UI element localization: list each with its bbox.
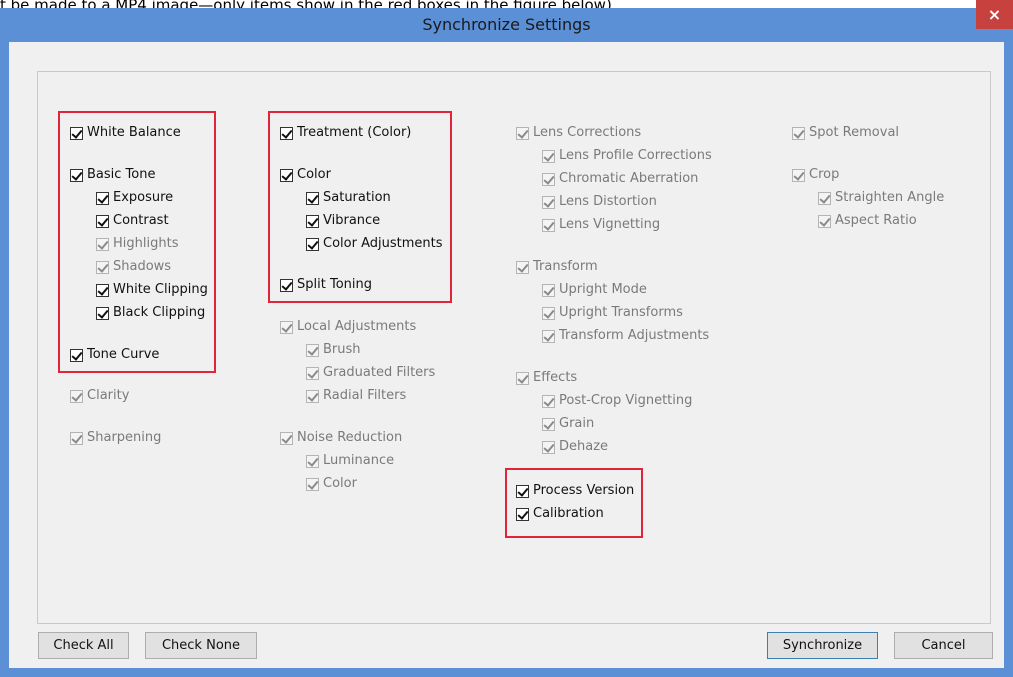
checkbox-label: Clarity xyxy=(87,388,130,403)
highlight-box-process xyxy=(505,468,643,538)
checkbox-noise-color[interactable]: Color xyxy=(306,474,357,494)
checkbox-chromatic-aberration[interactable]: Chromatic Aberration xyxy=(542,169,698,189)
synchronize-settings-dialog: Synchronize Settings × White Balance Bas… xyxy=(0,0,1013,677)
checkbox-box[interactable] xyxy=(542,417,555,431)
synchronize-button[interactable]: Synchronize xyxy=(767,632,878,659)
checkbox-label: Graduated Filters xyxy=(323,365,436,380)
checkbox-label: Transform Adjustments xyxy=(559,328,710,343)
checkbox-effects[interactable]: Effects xyxy=(516,368,577,388)
checkbox-box[interactable] xyxy=(306,389,319,403)
settings-panel: White Balance Basic Tone Exposure Contra… xyxy=(37,71,991,624)
checkbox-box[interactable] xyxy=(542,195,555,209)
checkbox-box[interactable] xyxy=(792,126,805,140)
check-all-button[interactable]: Check All xyxy=(38,632,129,659)
dialog-title: Synchronize Settings xyxy=(422,15,591,34)
checkbox-box[interactable] xyxy=(542,149,555,163)
checkbox-box[interactable] xyxy=(542,329,555,343)
checkbox-box[interactable] xyxy=(516,371,529,385)
checkbox-label: Brush xyxy=(323,342,361,357)
highlight-box-tone xyxy=(58,111,216,373)
highlight-box-color xyxy=(268,111,452,303)
checkbox-box[interactable] xyxy=(542,440,555,454)
checkbox-label: Aspect Ratio xyxy=(835,213,917,228)
checkbox-box[interactable] xyxy=(516,260,529,274)
checkbox-box[interactable] xyxy=(542,172,555,186)
checkbox-dehaze[interactable]: Dehaze xyxy=(542,437,608,457)
checkbox-brush[interactable]: Brush xyxy=(306,340,361,360)
checkbox-label: Lens Corrections xyxy=(533,125,642,140)
dialog-body: White Balance Basic Tone Exposure Contra… xyxy=(9,42,1004,668)
checkbox-label: Noise Reduction xyxy=(297,430,403,445)
close-button[interactable]: × xyxy=(976,0,1013,29)
checkbox-transform[interactable]: Transform xyxy=(516,257,598,277)
checkbox-upright-transforms[interactable]: Upright Transforms xyxy=(542,303,683,323)
checkbox-box[interactable] xyxy=(306,343,319,357)
checkbox-clarity[interactable]: Clarity xyxy=(70,386,129,406)
checkbox-luminance[interactable]: Luminance xyxy=(306,451,394,471)
checkbox-label: Crop xyxy=(809,167,840,182)
checkbox-label: Effects xyxy=(533,370,578,385)
checkbox-radial-filters[interactable]: Radial Filters xyxy=(306,386,406,406)
checkbox-box[interactable] xyxy=(280,320,293,334)
checkbox-label: Chromatic Aberration xyxy=(559,171,699,186)
checkbox-label: Spot Removal xyxy=(809,125,900,140)
checkbox-box[interactable] xyxy=(516,126,529,140)
checkbox-sharpening[interactable]: Sharpening xyxy=(70,428,161,448)
checkbox-box[interactable] xyxy=(542,218,555,232)
checkbox-straighten-angle[interactable]: Straighten Angle xyxy=(818,188,944,208)
checkbox-box[interactable] xyxy=(306,366,319,380)
checkbox-box[interactable] xyxy=(306,454,319,468)
checkbox-label: Radial Filters xyxy=(323,388,407,403)
checkbox-noise-reduction[interactable]: Noise Reduction xyxy=(280,428,402,448)
title-bar[interactable]: Synchronize Settings × xyxy=(0,0,1013,42)
checkbox-crop[interactable]: Crop xyxy=(792,165,839,185)
checkbox-box[interactable] xyxy=(542,306,555,320)
checkbox-label: Lens Profile Corrections xyxy=(559,148,712,163)
checkbox-box[interactable] xyxy=(70,389,83,403)
checkbox-label: Lens Vignetting xyxy=(559,217,661,232)
cancel-button[interactable]: Cancel xyxy=(894,632,993,659)
checkbox-box[interactable] xyxy=(792,168,805,182)
checkbox-lens-distortion[interactable]: Lens Distortion xyxy=(542,192,657,212)
checkbox-box[interactable] xyxy=(306,477,319,491)
checkbox-graduated-filters[interactable]: Graduated Filters xyxy=(306,363,435,383)
checkbox-box[interactable] xyxy=(280,431,293,445)
checkbox-grain[interactable]: Grain xyxy=(542,414,594,434)
checkbox-box[interactable] xyxy=(70,431,83,445)
checkbox-label: Local Adjustments xyxy=(297,319,417,334)
checkbox-label: Lens Distortion xyxy=(559,194,657,209)
checkbox-label: Upright Mode xyxy=(559,282,647,297)
check-none-button[interactable]: Check None xyxy=(145,632,257,659)
checkbox-label: Transform xyxy=(533,259,598,274)
checkbox-box[interactable] xyxy=(542,283,555,297)
checkbox-label: Upright Transforms xyxy=(559,305,683,320)
checkbox-lens-profile-corrections[interactable]: Lens Profile Corrections xyxy=(542,146,712,166)
checkbox-post-crop-vignetting[interactable]: Post-Crop Vignetting xyxy=(542,391,692,411)
checkbox-upright-mode[interactable]: Upright Mode xyxy=(542,280,647,300)
checkbox-label: Color xyxy=(323,476,357,491)
checkbox-aspect-ratio[interactable]: Aspect Ratio xyxy=(818,211,917,231)
checkbox-label: Straighten Angle xyxy=(835,190,945,205)
checkbox-box[interactable] xyxy=(818,191,831,205)
checkbox-box[interactable] xyxy=(542,394,555,408)
checkbox-local-adjustments[interactable]: Local Adjustments xyxy=(280,317,416,337)
checkbox-label: Luminance xyxy=(323,453,395,468)
checkbox-label: Sharpening xyxy=(87,430,162,445)
checkbox-spot-removal[interactable]: Spot Removal xyxy=(792,123,899,143)
checkbox-label: Grain xyxy=(559,416,595,431)
checkbox-transform-adjustments[interactable]: Transform Adjustments xyxy=(542,326,709,346)
checkbox-label: Post-Crop Vignetting xyxy=(559,393,693,408)
checkbox-lens-corrections[interactable]: Lens Corrections xyxy=(516,123,641,143)
checkbox-box[interactable] xyxy=(818,214,831,228)
checkbox-lens-vignetting[interactable]: Lens Vignetting xyxy=(542,215,660,235)
checkbox-label: Dehaze xyxy=(559,439,609,454)
